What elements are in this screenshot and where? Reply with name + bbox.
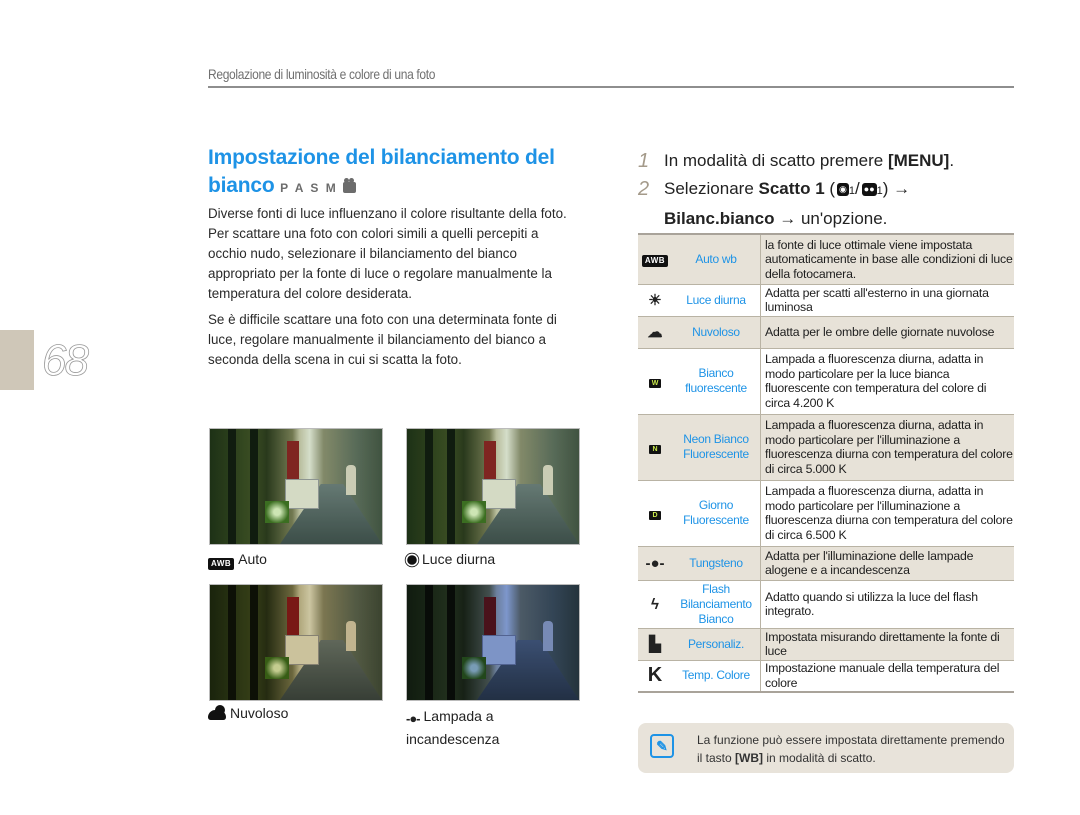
wb-option-description: Lampada a fluorescenza diurna, adatta in… [760,479,1014,546]
wb-option-name: Giorno Fluorescente [672,479,761,546]
intro-paragraph: Diverse fonti di luce influenzano il col… [208,206,567,301]
wb-option-icon-cell: ☀ [638,283,672,316]
wb-option-name: Auto wb [672,233,761,284]
wb-option-description: Impostata misurando direttamente la font… [760,627,1014,660]
wb-option-row: D Giorno Fluorescente Lampada a fluorescen… [638,479,1014,546]
wb-option-row: ☁ Nuvoloso Adatta per le ombre delle giorn… [638,315,1014,348]
wb-option-row: ▙ Personaliz. Impostata misurando direttam… [638,627,1014,660]
cloud-icon [208,705,226,720]
fluorescent-w-icon: W [648,379,662,388]
sun-icon [407,555,417,565]
wb-option-icon-cell: W [638,347,672,414]
wb-option-name: Personaliz. [672,627,761,660]
caption-cloudy: Nuvoloso [208,703,288,723]
cloud-icon: ☁ [647,324,663,341]
wb-option-description: Adatto quando si utilizza la luce del fl… [760,579,1014,628]
kelvin-icon: K [647,664,663,687]
wb-key: [WB] [735,751,763,765]
wb-option-icon-cell: N [638,413,672,480]
section-header: Regolazione di luminosità e colore di un… [208,66,1014,88]
wb-option-icon-cell: ☁ [638,315,672,348]
movie-icon: ●● [861,183,877,196]
step-1: 1 In modalità di scatto premere [MENU]. [638,150,955,172]
flash-icon: ϟ [651,595,659,613]
caption-auto: AWB Auto [208,549,267,570]
sun-icon: ☀ [648,292,662,309]
page-title: Impostazione del bilanciamento del bianc… [208,144,598,202]
wb-option-name: Luce diurna [672,283,761,316]
tungsten-icon: -●- [645,554,665,572]
wb-option-icon-cell: ▙ [638,627,672,660]
wb-option-row: AWB Auto wb la fonte di luce ottimale vien… [638,233,1014,284]
wb-option-row: ☀ Luce diurna Adatta per scatti all'estern… [638,283,1014,316]
tip-box: ✎ La funzione può essere impostata diret… [638,723,1014,773]
camera-icon: ◉ [837,183,849,196]
wb-option-icon-cell: -●- [638,545,672,580]
sample-photo-cloudy [209,584,383,701]
wb-option-icon-cell: ϟ [638,579,672,628]
sample-photo-auto [209,428,383,545]
wb-option-icon-cell: D [638,479,672,546]
white-balance-table: AWB Auto wb la fonte di luce ottimale vien… [638,233,1014,693]
fluorescent-d-icon: D [649,511,661,520]
wb-option-name: Nuvoloso [672,315,761,348]
wb-option-icon-cell: K [638,659,672,693]
intro-paragraph: Se è difficile scattare una foto con una… [208,312,557,367]
wb-option-name: Temp. Colore [672,659,761,693]
wb-option-name: Bianco fluorescente [672,347,761,414]
page-number: 68 [42,336,90,386]
title-text: Impostazione del bilanciamento del bianc… [208,146,555,197]
movie-mode-icon [343,178,357,193]
instruction-steps: 1 In modalità di scatto premere [MENU]. … [638,147,1018,233]
wb-option-description: Adatta per scatti all'esterno in una gio… [760,283,1014,316]
wb-option-name: Tungsteno [672,545,761,580]
wb-option-row: W Bianco fluorescente Lampada a fluorescen… [638,347,1014,414]
wb-option-description: Lampada a fluorescenza diurna, adatta in… [760,413,1014,480]
sample-photo-daylight [406,428,580,545]
wb-option-name: Flash Bilanciamento Bianco [672,579,761,628]
wb-option-row: -●- Tungsteno Adatta per l'illuminazione d… [638,545,1014,580]
wb-option-icon-cell: AWB [638,233,672,284]
wb-option-description: Impostazione manuale della temperatura d… [760,659,1014,693]
custom-wb-icon: ▙ [649,636,661,653]
section-title: Regolazione di luminosità e colore di un… [208,66,436,82]
chapter-tab [0,330,34,390]
shooting-modes: P A S M [280,181,338,195]
wb-option-row: ϟ Flash Bilanciamento Bianco Adatto quando… [638,579,1014,628]
wb-option-description: Adatta per le ombre delle giornate nuvol… [760,315,1014,348]
tip-text: La funzione può essere impostata diretta… [697,733,1005,765]
sample-photo-tungsten [406,584,580,701]
awb-icon: AWB [208,558,235,570]
caption-tungsten: -●- Lampada a incandescenza [406,708,500,747]
awb-icon: AWB [641,254,669,267]
wb-option-description: la fonte di luce ottimale viene impostat… [760,233,1014,284]
caption-daylight: Luce diurna [406,549,495,569]
fluorescent-n-icon: N [649,445,661,454]
tungsten-icon: -●- [406,711,420,726]
intro-text: Diverse fonti di luce influenzano il col… [208,204,578,376]
note-icon: ✎ [650,734,674,758]
step-2: 2 Selezionare Scatto 1 (◉ 1/●● 1) → Bilanc… [638,178,911,228]
wb-option-row: N Neon Bianco Fluorescente Lampada a fluor… [638,413,1014,480]
wb-option-row: K Temp. Colore Impostazione manuale della … [638,659,1014,693]
wb-option-name: Neon Bianco Fluorescente [672,413,761,480]
wb-option-description: Lampada a fluorescenza diurna, adatta in… [760,347,1014,414]
wb-option-description: Adatta per l'illuminazione delle lampade… [760,545,1014,580]
menu-key: [MENU] [887,151,950,170]
